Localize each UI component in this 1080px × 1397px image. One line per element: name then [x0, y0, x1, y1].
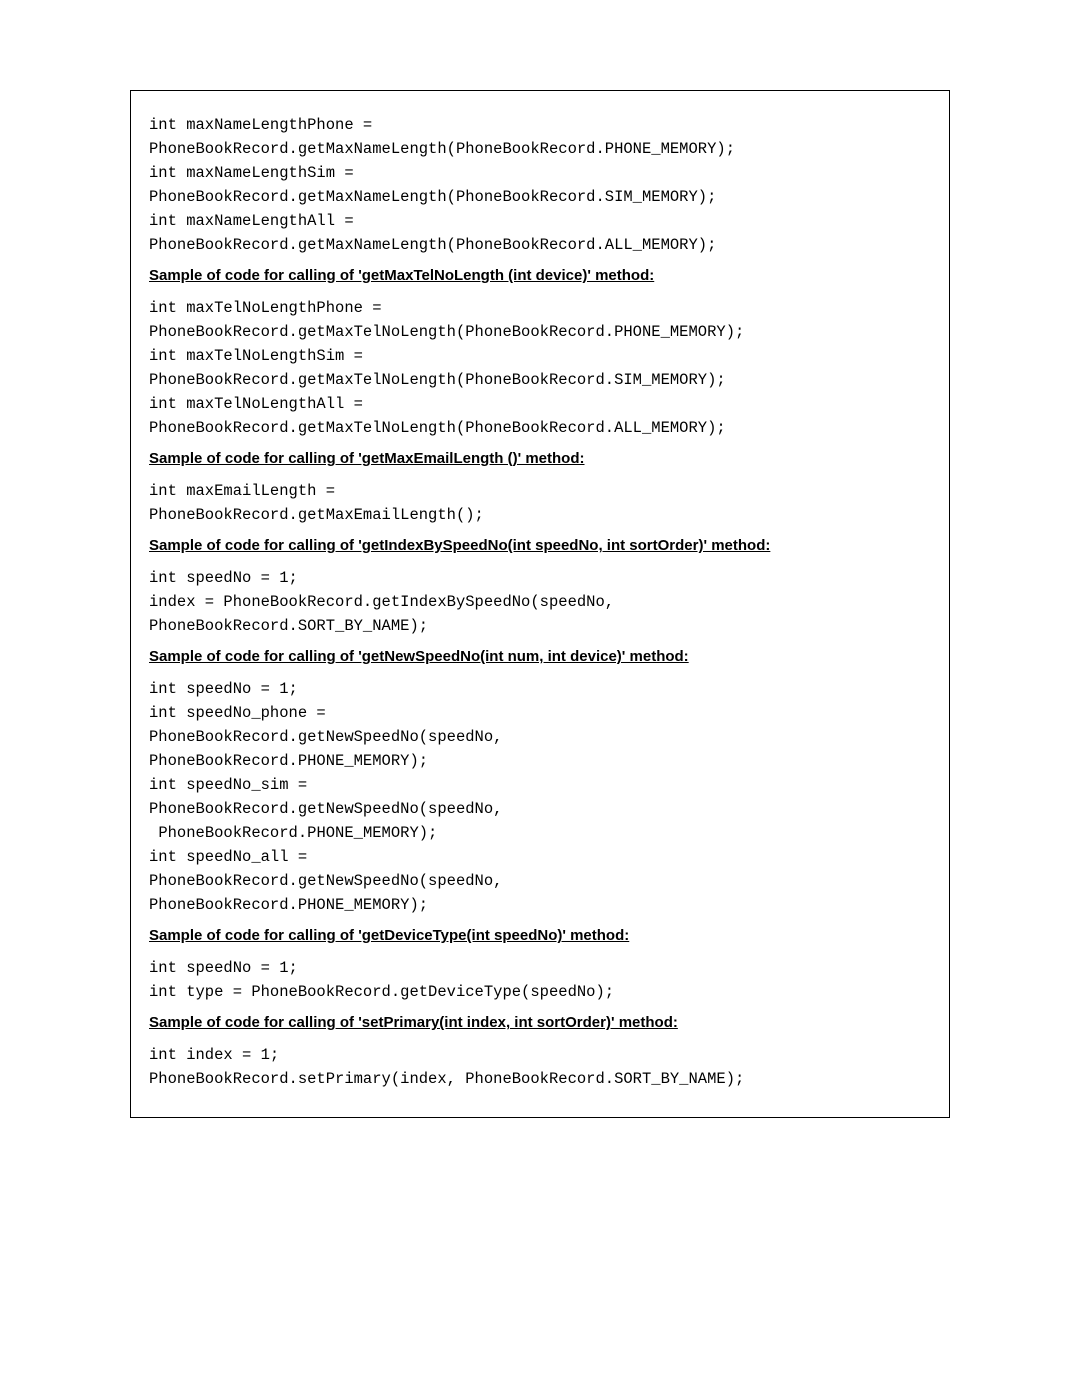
heading-getdevicetype: Sample of code for calling of 'getDevice… [149, 927, 931, 944]
heading-getmaxtelnolength: Sample of code for calling of 'getMaxTel… [149, 267, 931, 284]
code-sample-getindexbyspeedno: int speedNo = 1; index = PhoneBookRecord… [149, 566, 931, 638]
code-sample-getdevicetype: int speedNo = 1; int type = PhoneBookRec… [149, 956, 931, 1004]
code-sample-getnewspeedno: int speedNo = 1; int speedNo_phone = Pho… [149, 677, 931, 917]
code-sample-maxnamelength: int maxNameLengthPhone = PhoneBookRecord… [149, 113, 931, 257]
page: int maxNameLengthPhone = PhoneBookRecord… [0, 0, 1080, 1198]
heading-getnewspeedno: Sample of code for calling of 'getNewSpe… [149, 648, 931, 665]
content-box: int maxNameLengthPhone = PhoneBookRecord… [130, 90, 950, 1118]
heading-getindexbyspeedno: Sample of code for calling of 'getIndexB… [149, 537, 931, 554]
heading-getmaxemaillength: Sample of code for calling of 'getMaxEma… [149, 450, 931, 467]
heading-setprimary: Sample of code for calling of 'setPrimar… [149, 1014, 931, 1031]
code-sample-setprimary: int index = 1; PhoneBookRecord.setPrimar… [149, 1043, 931, 1091]
code-sample-maxtelnolength: int maxTelNoLengthPhone = PhoneBookRecor… [149, 296, 931, 440]
code-sample-maxemaillength: int maxEmailLength = PhoneBookRecord.get… [149, 479, 931, 527]
